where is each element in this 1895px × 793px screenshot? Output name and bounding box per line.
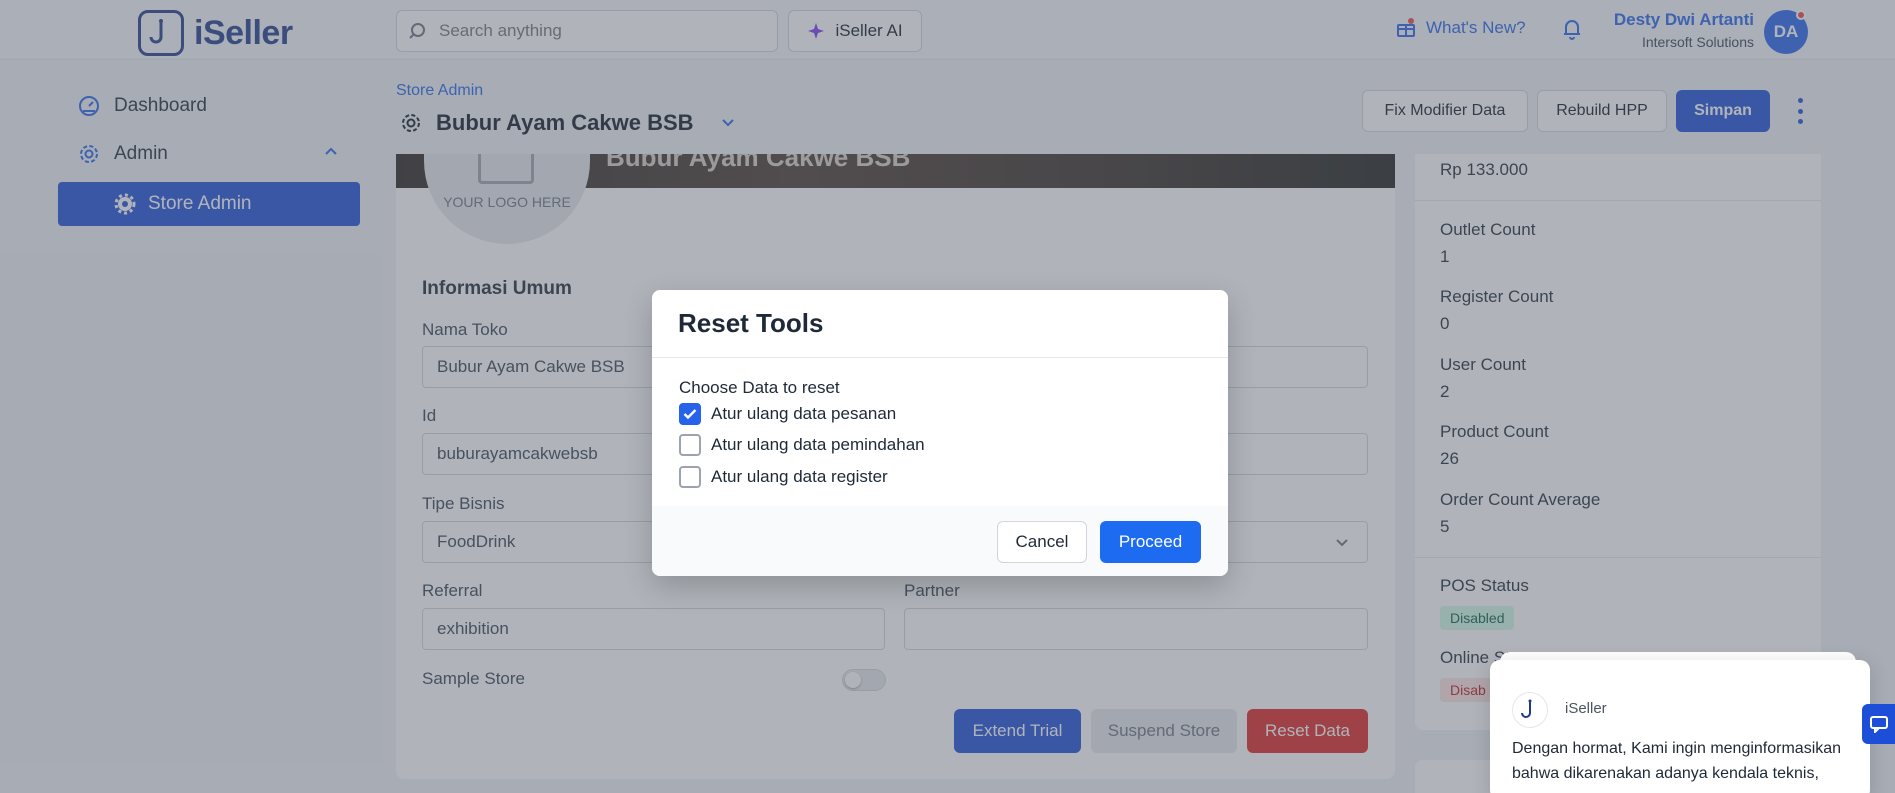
dialog-title: Reset Tools bbox=[678, 308, 824, 338]
chat-icon[interactable] bbox=[1862, 704, 1895, 744]
reset-option-register[interactable]: Atur ulang data register bbox=[679, 466, 888, 488]
checkbox[interactable] bbox=[679, 466, 701, 488]
proceed-button[interactable]: Proceed bbox=[1100, 521, 1201, 563]
checkbox-label: Atur ulang data pemindahan bbox=[711, 435, 925, 454]
dialog-subtitle: Choose Data to reset bbox=[679, 378, 840, 397]
checkbox[interactable] bbox=[679, 434, 701, 456]
reset-option-pemindahan[interactable]: Atur ulang data pemindahan bbox=[679, 434, 925, 456]
checkbox-checked[interactable] bbox=[679, 403, 701, 425]
check-icon bbox=[683, 409, 697, 420]
divider bbox=[652, 357, 1228, 358]
checkbox-label: Atur ulang data register bbox=[711, 467, 888, 486]
cancel-button[interactable]: Cancel bbox=[997, 521, 1087, 563]
reset-option-pesanan[interactable]: Atur ulang data pesanan bbox=[679, 403, 896, 425]
checkbox-label: Atur ulang data pesanan bbox=[711, 404, 897, 423]
notification-message: Dengan hormat, Kami ingin menginformasik… bbox=[1512, 740, 1842, 793]
iseller-logo-icon bbox=[1512, 692, 1548, 728]
notification-sender: iSeller bbox=[1565, 700, 1607, 717]
reset-tools-dialog: Reset Tools Choose Data to reset Atur ul… bbox=[652, 290, 1228, 576]
